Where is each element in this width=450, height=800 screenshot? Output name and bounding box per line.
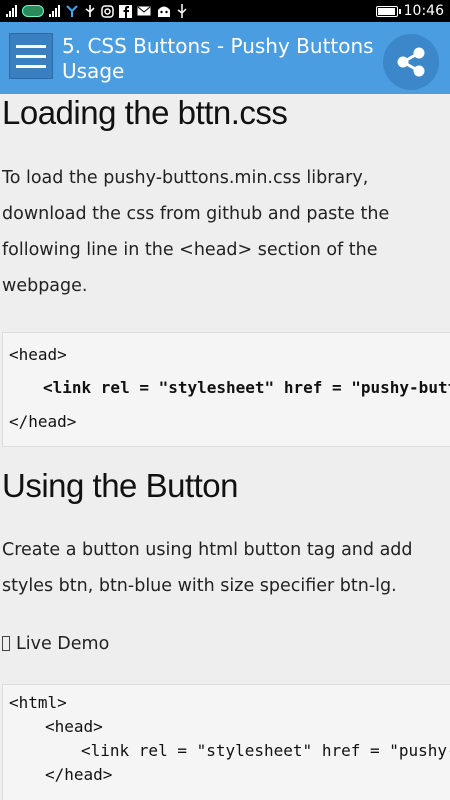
carrier-icon bbox=[22, 5, 44, 17]
code-line: <link rel = "stylesheet" href = "pushy-b… bbox=[43, 378, 450, 397]
data-icon bbox=[65, 4, 79, 18]
status-bar: 10:46 bbox=[0, 0, 450, 22]
page-title: 5. CSS Buttons - Pushy Buttons Usage bbox=[62, 34, 374, 83]
code-line: <head> bbox=[9, 345, 67, 364]
instagram-icon bbox=[101, 4, 114, 18]
code-block: <html> <head> <link rel = "stylesheet" h… bbox=[2, 684, 450, 800]
signal-icon bbox=[6, 5, 17, 17]
signal-icon bbox=[49, 5, 60, 17]
share-icon bbox=[397, 47, 425, 77]
code-line: </head> bbox=[9, 412, 77, 431]
app-bar: 5. CSS Buttons - Pushy Buttons Usage bbox=[0, 22, 450, 94]
android-icon bbox=[156, 4, 172, 18]
code-line: <html> bbox=[9, 693, 67, 712]
section-heading: Loading the bttn.css bbox=[2, 94, 288, 131]
usb-icon bbox=[84, 4, 96, 18]
code-block: <head> <link rel = "stylesheet" href = "… bbox=[2, 332, 450, 447]
section-paragraph: Create a button using html button tag an… bbox=[2, 540, 413, 596]
live-demo-link[interactable]: Live Demo bbox=[2, 634, 109, 654]
code-line: </head> bbox=[45, 765, 113, 784]
placeholder-glyph-icon bbox=[2, 636, 10, 651]
battery-icon bbox=[375, 5, 401, 17]
share-button[interactable] bbox=[383, 34, 439, 90]
mail-icon bbox=[137, 4, 151, 18]
section-heading: Using the Button bbox=[2, 467, 239, 504]
section-paragraph: To load the pushy-buttons.min.css librar… bbox=[2, 168, 390, 296]
live-demo-label: Live Demo bbox=[16, 634, 110, 654]
article-content[interactable]: Loading the bttn.css To load the pushy-b… bbox=[0, 94, 450, 800]
hamburger-menu-icon[interactable] bbox=[9, 33, 53, 79]
usb-debug-icon bbox=[177, 4, 187, 18]
code-line: <head> bbox=[45, 717, 103, 736]
facebook-icon bbox=[119, 4, 132, 18]
code-line: <link rel = "stylesheet" href = "pushy-b… bbox=[81, 741, 450, 760]
clock: 10:46 bbox=[403, 3, 444, 19]
